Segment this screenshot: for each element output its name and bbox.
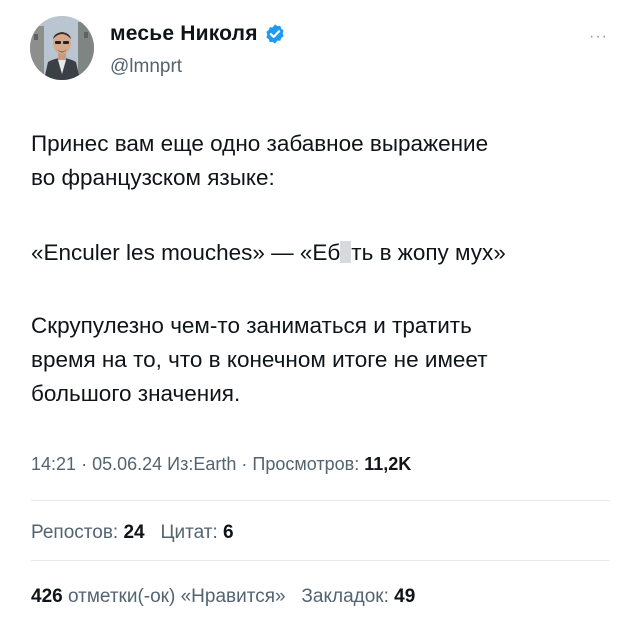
author-handle[interactable]: @lmnprt — [110, 56, 182, 78]
reposts-link[interactable]: Репостов: 24 — [31, 522, 150, 543]
avatar[interactable] — [30, 16, 94, 80]
likes-link[interactable]: 426 отметки(-ок) «Нравится» — [31, 586, 291, 607]
meta-separator: · — [241, 454, 248, 474]
tweet-paragraph-1: Принес вам еще одно забавное выражение в… — [31, 127, 621, 195]
tweet-line: во французском языке: — [31, 165, 275, 190]
quotes-count: 6 — [223, 522, 234, 543]
divider — [31, 500, 610, 501]
more-options-icon[interactable]: ··· — [589, 28, 608, 46]
tweet-source: Из:Earth — [167, 454, 237, 474]
author-name-row[interactable]: месье Николя — [110, 22, 286, 46]
meta-separator: · — [81, 454, 88, 474]
tweet-paragraph-3: Скрупулезно чем-то заниматься и тратить … — [31, 309, 621, 411]
tweet-line: Принес вам еще одно забавное выражение — [31, 131, 489, 156]
tweet-phrase: «Enculer les mouches» — «Еб ть в жопу мух… — [31, 236, 621, 270]
avatar-photo — [30, 16, 94, 80]
reposts-count: 24 — [123, 522, 145, 543]
likes-bookmarks-row: 426 отметки(-ок) «Нравится» Закладок: 49 — [31, 586, 415, 608]
verified-badge-icon — [266, 24, 284, 44]
phrase-after: ть в жопу мух» — [351, 240, 506, 265]
views-label: Просмотров: — [252, 454, 360, 474]
tweet-line: большого значения. — [31, 381, 241, 406]
censor-mark — [340, 241, 352, 263]
tweet-meta: 14:21 · 05.06.24 Из:Earth · Просмотров: … — [31, 454, 411, 475]
likes-label: отметки(-ок) «Нравится» — [67, 586, 286, 607]
reposts-quotes-row: Репостов: 24 Цитат: 6 — [31, 522, 234, 544]
divider — [31, 560, 610, 561]
phrase-before: «Enculer les mouches» — «Еб — [31, 240, 341, 265]
bookmarks-count: 49 — [394, 586, 416, 607]
tweet-line: Скрупулезно чем-то заниматься и тратить — [31, 313, 472, 338]
bookmarks-label: Закладок: — [301, 586, 389, 607]
tweet-time[interactable]: 14:21 — [31, 454, 76, 474]
tweet-line: время на то, что в конечном итоге не име… — [31, 347, 488, 372]
reposts-label: Репостов: — [31, 522, 119, 543]
likes-count: 426 — [31, 586, 63, 607]
bookmarks-link[interactable]: Закладок: 49 — [301, 586, 415, 607]
author-display-name[interactable]: месье Николя — [110, 22, 258, 46]
quotes-link[interactable]: Цитат: 6 — [160, 522, 233, 543]
quotes-label: Цитат: — [160, 522, 218, 543]
views-count: 11,2K — [364, 454, 412, 474]
tweet-date[interactable]: 05.06.24 — [92, 454, 162, 474]
